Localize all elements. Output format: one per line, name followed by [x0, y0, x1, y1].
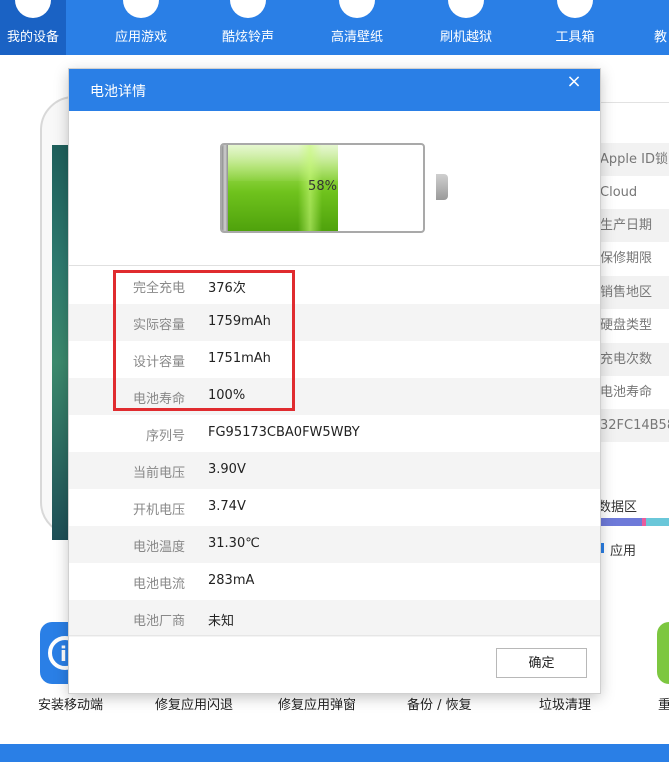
detail-row-actual-capacity: 实际容量 1759mAh [69, 304, 600, 341]
letter-i-glyph: i [60, 642, 67, 666]
nav-tutorial[interactable]: 教 [650, 0, 669, 55]
row-label: 电池温度 [132, 540, 185, 555]
info-row: 保修期限 [596, 242, 669, 275]
info-label: Cloud [600, 185, 638, 200]
info-label: 硬盘类型 [600, 318, 653, 333]
legend-app-label: 应用 [610, 544, 637, 559]
info-label: 电池寿命 [600, 385, 653, 400]
info-label: 生产日期 [600, 218, 653, 233]
detail-row-battery-life: 电池寿命 100% [69, 378, 600, 415]
detail-row-design-capacity: 设计容量 1751mAh [69, 341, 600, 378]
info-label: 32FC14B58 [600, 418, 669, 433]
row-value: 100% [208, 388, 246, 403]
row-label: 当前电压 [132, 466, 185, 481]
nav-label: 酷炫铃声 [221, 30, 274, 45]
row-value: FG95173CBA0FW5WBY [208, 425, 360, 440]
detail-row-current: 电池电流 283mA [69, 563, 600, 600]
row-label: 电池厂商 [132, 614, 185, 629]
toolbox-icon [557, 0, 593, 18]
wallpaper-icon [339, 0, 375, 18]
close-icon[interactable]: × [561, 69, 587, 95]
divider [69, 265, 600, 266]
row-value: 1751mAh [208, 351, 271, 366]
battery-percent: 58% [308, 179, 337, 194]
dialog-header: 电池详情 × [69, 69, 600, 111]
info-row: 生产日期 [596, 209, 669, 242]
nav-my-device[interactable]: 我的设备 [0, 0, 66, 55]
device-icon [15, 0, 51, 18]
detail-row-current-voltage: 当前电压 3.90V [69, 452, 600, 489]
nav-wallpapers[interactable]: 高清壁纸 [302, 0, 412, 55]
nav-label: 教 [654, 30, 668, 45]
info-label: Apple ID锁 [600, 152, 668, 167]
info-row: Apple ID锁 [596, 143, 669, 176]
row-label: 设计容量 [132, 355, 185, 370]
dialog-title: 电池详情 [90, 84, 146, 100]
tool-partial[interactable]: 重 [658, 694, 669, 713]
nav-label: 我的设备 [6, 30, 59, 45]
row-label: 电池电流 [132, 577, 185, 592]
row-value: 3.90V [208, 462, 246, 477]
nav-jailbreak[interactable]: 刷机越狱 [411, 0, 521, 55]
battery-terminal [436, 174, 448, 200]
tool-fix-crash[interactable]: 修复应用闪退 [155, 694, 233, 713]
tool-cleanup[interactable]: 垃圾清理 [539, 694, 591, 713]
ok-button[interactable]: 确定 [496, 648, 587, 678]
bottom-bar [0, 744, 669, 762]
info-row: Cloud [596, 176, 669, 209]
info-row: 电池寿命 [596, 376, 669, 409]
info-row: 硬盘类型 [596, 309, 669, 342]
row-value: 1759mAh [208, 314, 271, 329]
row-label: 序列号 [145, 429, 185, 444]
nav-label: 应用游戏 [114, 30, 167, 45]
ringtone-icon [230, 0, 266, 18]
storage-segment [596, 518, 642, 526]
device-info-panel: Apple ID锁 Cloud 生产日期 保修期限 销售地区 硬盘类型 充电次数… [596, 102, 669, 478]
info-label: 销售地区 [600, 285, 653, 300]
tool-backup-restore[interactable]: 备份 / 恢复 [407, 694, 472, 713]
tool-fix-popup[interactable]: 修复应用弹窗 [278, 694, 356, 713]
info-row: 32FC14B58 [596, 409, 669, 442]
nav-apps-games[interactable]: 应用游戏 [86, 0, 196, 55]
info-label: 保修期限 [600, 251, 653, 266]
divider [69, 635, 600, 636]
battery-graphic: 58% [220, 143, 425, 233]
row-label: 实际容量 [132, 318, 185, 333]
info-label: 充电次数 [600, 352, 653, 367]
row-label: 完全充电 [132, 281, 185, 296]
row-value: 未知 [208, 614, 235, 629]
tool-install-mobile[interactable]: 安装移动端 [38, 694, 103, 713]
detail-row-boot-voltage: 开机电压 3.74V [69, 489, 600, 526]
storage-bar [596, 518, 669, 526]
nav-label: 高清壁纸 [330, 30, 383, 45]
row-value: 31.30℃ [208, 536, 260, 551]
nav-ringtones[interactable]: 酷炫铃声 [193, 0, 303, 55]
legend-swatch [600, 543, 604, 553]
storage-segment [642, 518, 646, 526]
row-value: 3.74V [208, 499, 246, 514]
detail-row-temperature: 电池温度 31.30℃ [69, 526, 600, 563]
data-section-label: 数据区 [598, 500, 638, 515]
nav-label: 刷机越狱 [439, 30, 492, 45]
detail-row-serial: 序列号 FG95173CBA0FW5WBY [69, 415, 600, 452]
nav-toolbox[interactable]: 工具箱 [520, 0, 630, 55]
info-row: 充电次数 [596, 343, 669, 376]
battery-details-dialog: 电池详情 × 58% 完全充电 376次 实际容量 1759mAh 设计容量 1… [69, 69, 600, 693]
info-row: 销售地区 [596, 276, 669, 309]
nav-label: 工具箱 [555, 30, 595, 45]
jailbreak-icon [448, 0, 484, 18]
detail-row-manufacturer: 电池厂商 未知 [69, 600, 600, 637]
row-label: 电池寿命 [132, 392, 185, 407]
detail-row-full-charge: 完全充电 376次 [69, 267, 600, 304]
partial-tool-icon[interactable] [657, 622, 669, 684]
row-value: 283mA [208, 573, 255, 588]
row-value: 376次 [208, 281, 246, 296]
top-nav: 我的设备 应用游戏 酷炫铃声 高清壁纸 刷机越狱 工具箱 教 [0, 0, 669, 55]
row-label: 开机电压 [132, 503, 185, 518]
apps-icon [123, 0, 159, 18]
